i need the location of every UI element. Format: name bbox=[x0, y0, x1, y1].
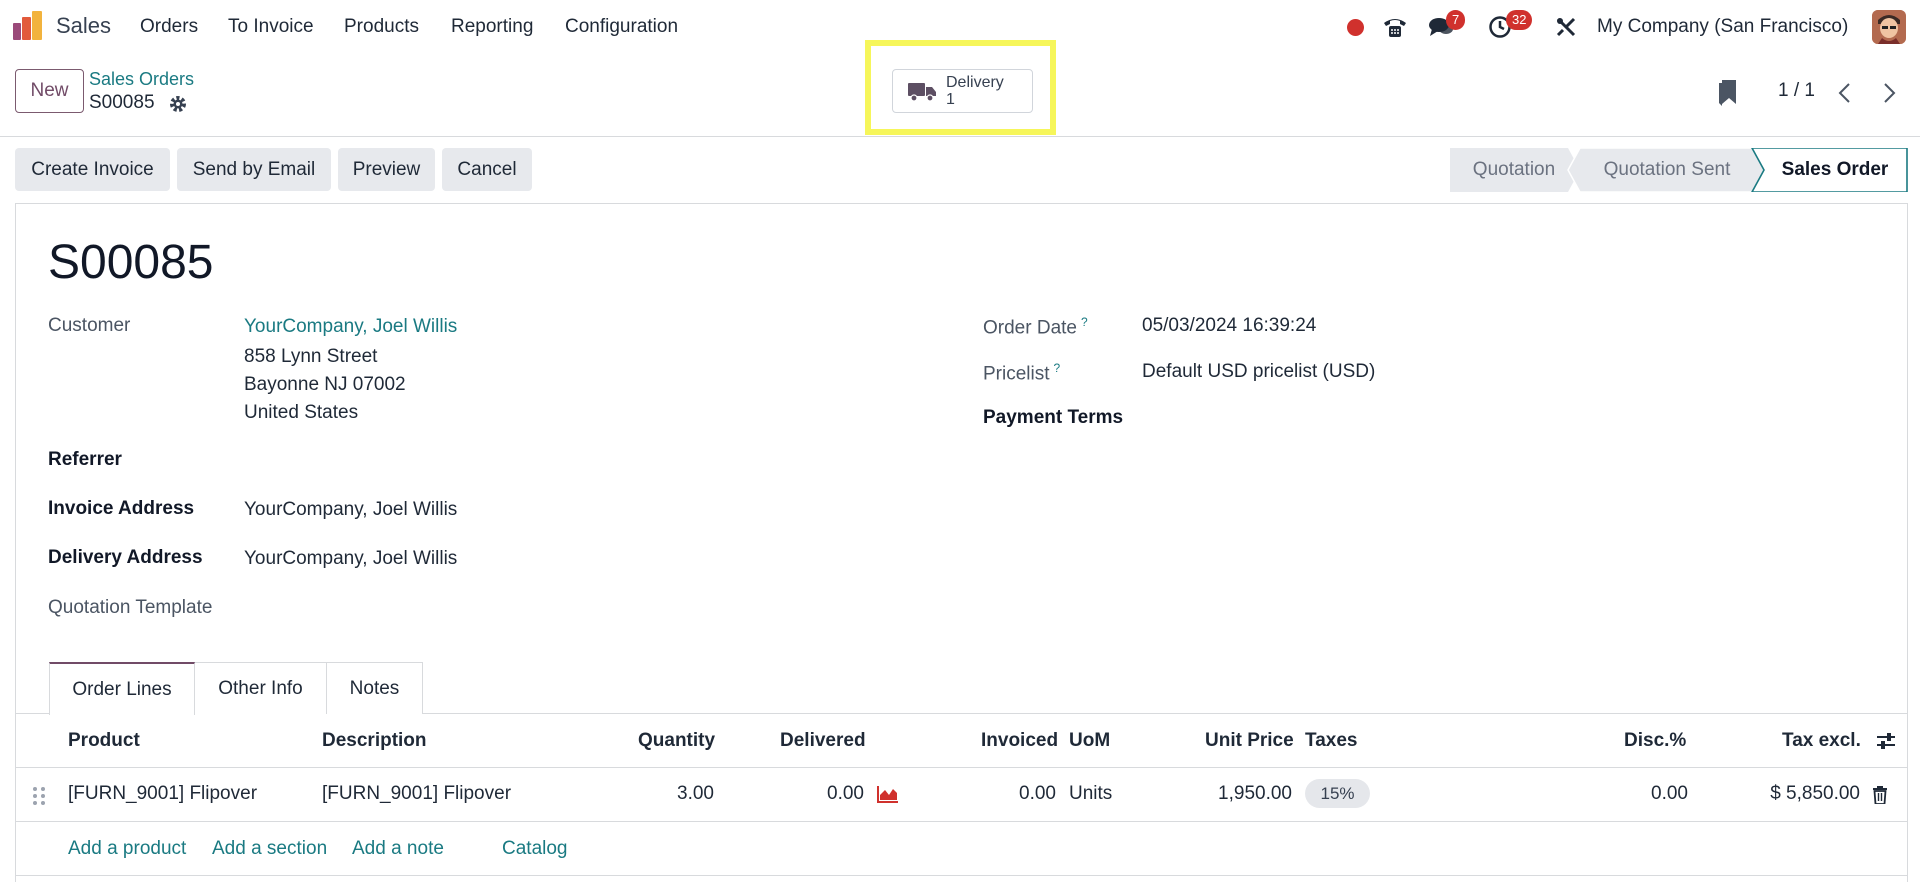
delivery-smart-button[interactable]: Delivery 1 bbox=[892, 69, 1033, 113]
catalog-link[interactable]: Catalog bbox=[502, 838, 568, 860]
chevron-right-icon[interactable] bbox=[1880, 82, 1898, 104]
column-header-delivered[interactable]: Delivered bbox=[780, 730, 866, 752]
pager-value[interactable]: 1 / 1 bbox=[1778, 80, 1815, 102]
customer-address-line: 858 Lynn Street bbox=[244, 346, 378, 367]
stage-sales-order[interactable]: Sales Order bbox=[1762, 148, 1908, 191]
forecast-chart-icon[interactable] bbox=[877, 785, 899, 803]
order-date-value[interactable]: 05/03/2024 16:39:24 bbox=[1142, 315, 1316, 337]
stage-quotation[interactable]: Quotation bbox=[1450, 148, 1578, 191]
column-header-taxes[interactable]: Taxes bbox=[1305, 730, 1357, 752]
invoice-address-label: Invoice Address bbox=[48, 498, 195, 519]
pricelist-value[interactable]: Default USD pricelist (USD) bbox=[1142, 361, 1375, 383]
referrer-label: Referrer bbox=[48, 449, 122, 470]
user-avatar-icon bbox=[1872, 10, 1906, 44]
menu-reporting[interactable]: Reporting bbox=[451, 16, 533, 38]
form-sheet bbox=[15, 203, 1908, 882]
invoice-address-value[interactable]: YourCompany, Joel Willis bbox=[244, 499, 457, 521]
help-tooltip-icon[interactable]: ? bbox=[1054, 361, 1061, 375]
tab-other-info[interactable]: Other Info bbox=[194, 662, 327, 714]
column-header-description[interactable]: Description bbox=[322, 730, 427, 752]
row-delivered: 0.00 bbox=[827, 783, 864, 804]
breadcrumb-sales-orders[interactable]: Sales Orders bbox=[89, 69, 194, 90]
menu-to-invoice[interactable]: To Invoice bbox=[228, 16, 314, 38]
sales-app-logo-icon[interactable] bbox=[12, 11, 44, 41]
activities-count-badge: 32 bbox=[1506, 10, 1533, 30]
column-header-uom[interactable]: UoM bbox=[1069, 730, 1110, 752]
user-avatar[interactable] bbox=[1872, 10, 1906, 44]
menu-orders[interactable]: Orders bbox=[140, 16, 198, 38]
payment-terms-label: Payment Terms bbox=[983, 407, 1124, 428]
send-by-email-button[interactable]: Send by Email bbox=[177, 148, 331, 191]
column-header-invoiced[interactable]: Invoiced bbox=[981, 730, 1058, 752]
menu-configuration[interactable]: Configuration bbox=[565, 16, 678, 38]
customer-address-line: United States bbox=[244, 402, 359, 423]
tab-order-lines[interactable]: Order Lines bbox=[49, 662, 195, 715]
recording-indicator-icon[interactable] bbox=[1347, 19, 1364, 36]
help-tooltip-icon[interactable]: ? bbox=[1081, 315, 1088, 329]
row-tax-excl: $ 5,850.00 bbox=[1770, 783, 1860, 804]
gear-icon[interactable] bbox=[169, 95, 187, 113]
customer-label: Customer bbox=[48, 315, 131, 336]
control-panel-divider bbox=[0, 136, 1920, 137]
bookmark-icon[interactable] bbox=[1718, 80, 1738, 106]
pricelist-label: Pricelist? bbox=[983, 361, 1060, 385]
pricelist-label-text: Pricelist bbox=[983, 363, 1050, 385]
debug-tools-icon[interactable] bbox=[1555, 16, 1577, 38]
row-tax-badge[interactable]: 15% bbox=[1305, 779, 1370, 808]
tab-notes[interactable]: Notes bbox=[326, 662, 423, 714]
stage-quotation-sent[interactable]: Quotation Sent bbox=[1582, 148, 1752, 191]
cancel-button[interactable]: Cancel bbox=[442, 148, 532, 191]
breadcrumb-current-record: S00085 bbox=[89, 92, 155, 113]
column-header-product[interactable]: Product bbox=[68, 730, 140, 752]
delivery-address-value[interactable]: YourCompany, Joel Willis bbox=[244, 548, 457, 570]
quotation-template-label: Quotation Template bbox=[48, 597, 213, 618]
new-button[interactable]: New bbox=[15, 69, 84, 113]
column-header-disc[interactable]: Disc.% bbox=[1624, 730, 1686, 752]
order-date-label-text: Order Date bbox=[983, 317, 1077, 339]
add-product-link[interactable]: Add a product bbox=[68, 838, 186, 860]
order-title: S00085 bbox=[48, 236, 214, 289]
customer-address-line: Bayonne NJ 07002 bbox=[244, 374, 406, 395]
chevron-left-icon[interactable] bbox=[1836, 82, 1854, 104]
row-description[interactable]: [FURN_9001] Flipover bbox=[322, 783, 511, 805]
row-invoiced: 0.00 bbox=[1019, 783, 1056, 804]
company-switcher[interactable]: My Company (San Francisco) bbox=[1597, 16, 1848, 38]
delivery-address-label: Delivery Address bbox=[48, 547, 203, 568]
phone-icon[interactable] bbox=[1382, 15, 1408, 39]
add-note-link[interactable]: Add a note bbox=[352, 838, 444, 860]
row-unit-price[interactable]: 1,950.00 bbox=[1190, 783, 1292, 805]
column-header-tax-excl[interactable]: Tax excl. bbox=[1782, 730, 1861, 752]
preview-button[interactable]: Preview bbox=[338, 148, 435, 191]
customer-link[interactable]: YourCompany, Joel Willis bbox=[244, 316, 457, 338]
menu-products[interactable]: Products bbox=[344, 16, 419, 38]
create-invoice-button[interactable]: Create Invoice bbox=[15, 148, 170, 191]
trash-icon[interactable] bbox=[1872, 786, 1888, 804]
table-footer-divider bbox=[15, 875, 1908, 876]
messages-count-badge: 7 bbox=[1446, 10, 1466, 30]
smart-button-count: 1 bbox=[946, 91, 955, 108]
column-header-unit-price[interactable]: Unit Price bbox=[1205, 730, 1294, 752]
row-quantity[interactable]: 3.00 bbox=[660, 783, 714, 805]
smart-button-label: Delivery bbox=[946, 74, 1004, 91]
row-uom[interactable]: Units bbox=[1069, 783, 1112, 805]
row-disc[interactable]: 0.00 bbox=[1580, 783, 1688, 805]
drag-handle-icon[interactable] bbox=[32, 786, 46, 806]
order-date-label: Order Date? bbox=[983, 315, 1088, 339]
column-settings-icon[interactable] bbox=[1876, 731, 1896, 751]
table-header-divider bbox=[15, 767, 1908, 768]
row-product[interactable]: [FURN_9001] Flipover bbox=[68, 783, 257, 805]
truck-icon bbox=[908, 83, 936, 102]
add-section-link[interactable]: Add a section bbox=[212, 838, 327, 860]
column-header-quantity[interactable]: Quantity bbox=[638, 730, 715, 752]
app-name[interactable]: Sales bbox=[56, 13, 111, 39]
table-row-divider bbox=[15, 821, 1908, 822]
